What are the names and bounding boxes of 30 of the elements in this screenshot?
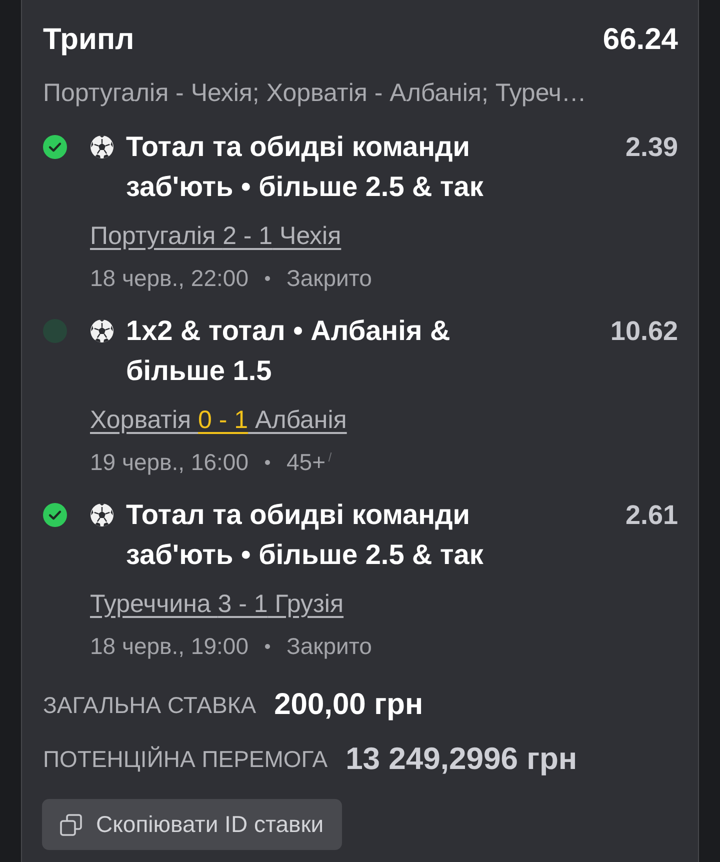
- bet-type-title: Трипл: [43, 22, 134, 58]
- bet-selection-text: Тотал та обидві команди заб'ють • більше 2.5 & так: [126, 498, 484, 572]
- match-date-time: 18 черв., 22:00: [90, 264, 248, 292]
- separator-dot-icon: [265, 460, 270, 464]
- soccer-ball-icon: [90, 503, 114, 527]
- copy-bet-id-button[interactable]: Скопіювати ID ставки: [42, 799, 342, 850]
- bet-selection-text: 1x2 & тотал • Албанія & більше 1.5: [126, 314, 452, 388]
- match-date-time: 18 черв., 19:00: [90, 632, 248, 660]
- copy-icon: [60, 814, 82, 836]
- match-link[interactable]: Туреччина 3 - 1 Грузія: [90, 586, 344, 622]
- match-state: Закрито: [286, 632, 372, 660]
- odds-value: 10.62: [610, 315, 678, 348]
- total-value: 13 249,2996 грн: [346, 741, 578, 777]
- odds-value: 2.39: [625, 131, 678, 164]
- total-label: ЗАГАЛЬНА СТАВКА: [43, 692, 256, 718]
- match-link[interactable]: Хорватія 0 - 1 Албанія: [90, 402, 347, 438]
- separator-dot-icon: [265, 644, 270, 648]
- soccer-ball-icon: [90, 319, 114, 343]
- total-odds: 66.24: [602, 22, 678, 58]
- match-state: 45+: [286, 448, 326, 476]
- events-summary: Португалія - Чехія; Хорватія - Албанія; Туреч…: [43, 78, 588, 109]
- total-value: 200,00 грн: [274, 688, 424, 722]
- soccer-ball-icon: [90, 135, 114, 159]
- total-label: ПОТЕНЦІЙНА ПЕРЕМОГА: [43, 746, 328, 772]
- odds-value: 2.61: [625, 499, 678, 532]
- match-link[interactable]: Португалія 2 - 1 Чехія: [90, 218, 342, 254]
- match-date-time: 19 черв., 16:00: [90, 448, 248, 476]
- bet-selection-text: Тотал та обидві команди заб'ють • більше 2.5 & так: [126, 130, 484, 204]
- match-state: Закрито: [286, 264, 372, 292]
- separator-dot-icon: [265, 276, 270, 280]
